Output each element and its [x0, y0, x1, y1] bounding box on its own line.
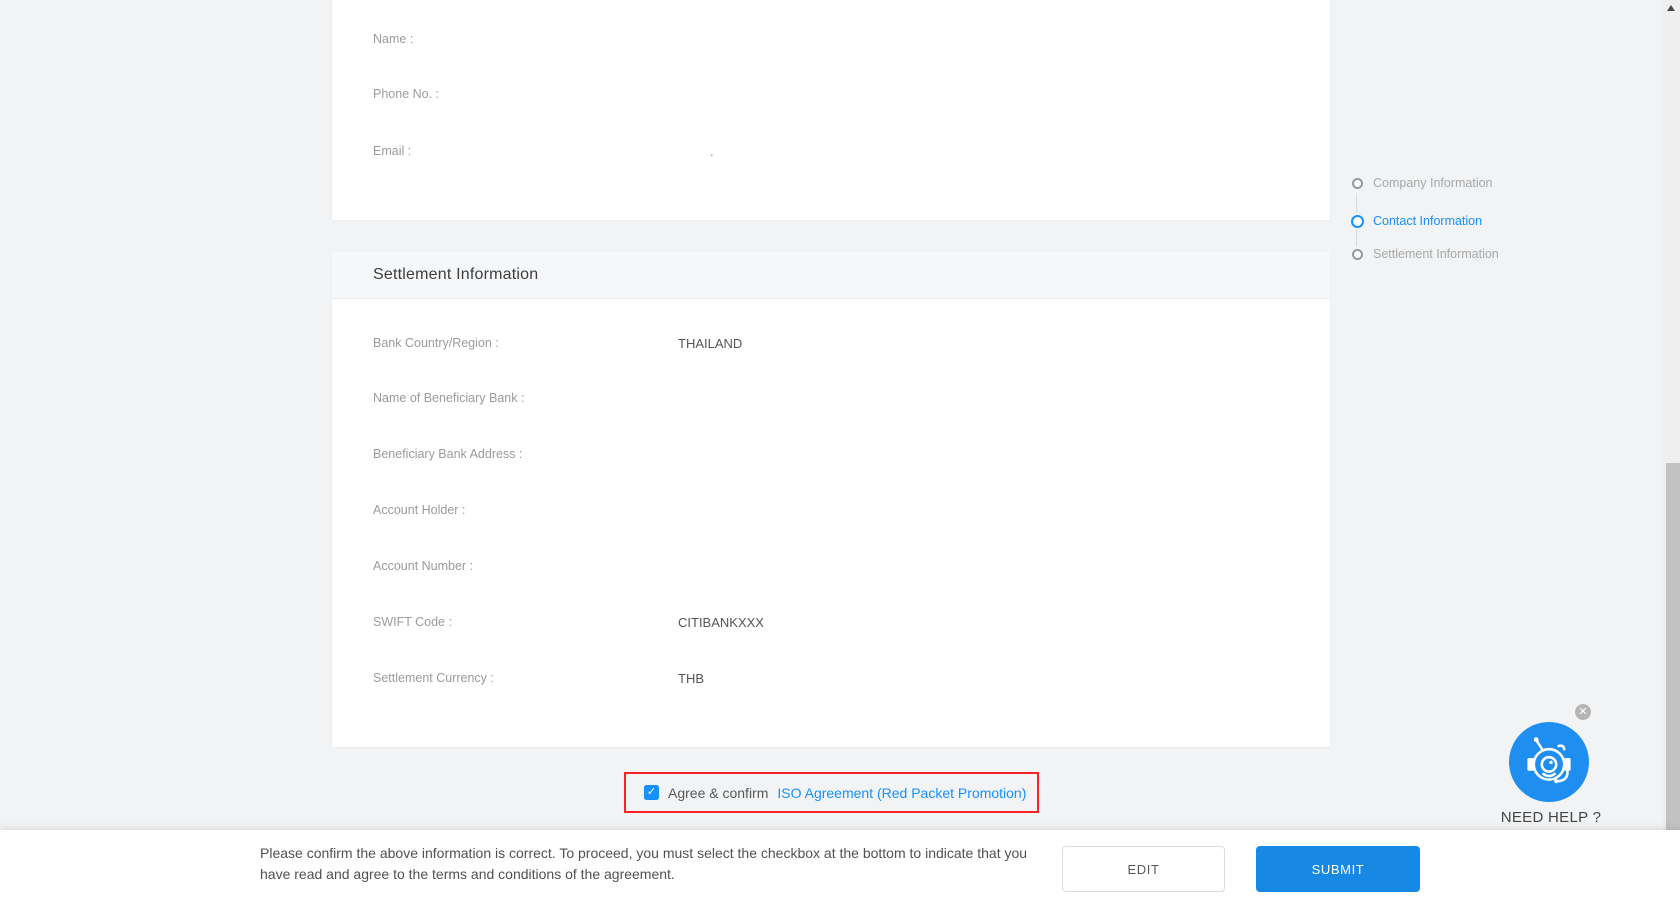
- field-value: CITIBANKXXX: [678, 615, 764, 630]
- confirmation-notice: Please confirm the above information is …: [260, 843, 1027, 885]
- scrollbar-thumb[interactable]: [1666, 463, 1680, 830]
- field-row: Name of Beneficiary Bank :: [332, 391, 1330, 409]
- field-label: Bank Country/Region :: [373, 336, 499, 350]
- scroll-up-icon[interactable]: [1667, 5, 1675, 11]
- field-row: Phone No. :: [332, 87, 1330, 105]
- field-row: Account Holder :: [332, 503, 1330, 521]
- field-label: Name :: [373, 32, 414, 46]
- step-circle-icon: [1352, 177, 1363, 189]
- stepper-label: Contact Information: [1373, 214, 1483, 228]
- field-row: Name :: [332, 32, 1330, 50]
- step-circle-icon: [1351, 214, 1364, 228]
- section-title: Settlement Information: [373, 266, 539, 283]
- field-label: Settlement Currency :: [373, 671, 494, 685]
- submit-button[interactable]: SUBMIT: [1256, 846, 1420, 892]
- stepper-item-contact-information[interactable]: Contact Information: [1351, 214, 1482, 228]
- field-row: Bank Country/Region : THAILAND: [332, 336, 1330, 354]
- field-row: Email : .: [332, 144, 1330, 162]
- agreement-highlight-box: ✓ Agree & confirm ISO Agreement (Red Pac…: [624, 772, 1039, 813]
- agree-checkbox[interactable]: ✓: [644, 785, 659, 800]
- help-chat-button[interactable]: [1509, 722, 1589, 802]
- stepper-label: Settlement Information: [1373, 247, 1499, 261]
- confirmation-page: Name : Phone No. : Email : . Settlement …: [0, 0, 1680, 908]
- settlement-panel-header: Settlement Information: [332, 252, 1330, 299]
- stepper-label: Company Information: [1373, 176, 1493, 190]
- edit-button[interactable]: EDIT: [1062, 846, 1225, 892]
- field-row: Account Number :: [332, 559, 1330, 577]
- stepper-connector: [1356, 193, 1357, 213]
- field-row: Settlement Currency : THB: [332, 671, 1330, 689]
- field-label: Name of Beneficiary Bank :: [373, 391, 525, 405]
- field-value: THAILAND: [678, 336, 743, 351]
- agreement-label: Agree & confirm: [668, 784, 769, 801]
- field-value: THB: [678, 671, 704, 686]
- stepper-item-company-information[interactable]: Company Information: [1351, 176, 1493, 190]
- checkmark-icon: ✓: [646, 786, 657, 798]
- stepper-connector: [1356, 229, 1357, 246]
- vertical-scrollbar[interactable]: [1663, 0, 1680, 830]
- field-label: Account Number :: [373, 559, 474, 573]
- stepper-item-settlement-information[interactable]: Settlement Information: [1351, 247, 1499, 261]
- help-close-button[interactable]: ✕: [1575, 704, 1591, 720]
- contact-information-panel: Name : Phone No. : Email : .: [332, 0, 1330, 220]
- footer-bar: Please confirm the above information is …: [0, 830, 1680, 908]
- field-row: Beneficiary Bank Address :: [332, 447, 1330, 465]
- field-value: .: [710, 144, 714, 159]
- iso-agreement-link[interactable]: ISO Agreement (Red Packet Promotion): [777, 785, 1026, 801]
- field-label: SWIFT Code :: [373, 615, 452, 629]
- robot-headset-icon: [1527, 737, 1571, 784]
- field-label: Beneficiary Bank Address :: [373, 447, 523, 461]
- step-circle-icon: [1352, 248, 1363, 260]
- need-help-label: NEED HELP ?: [1500, 809, 1602, 826]
- field-row: SWIFT Code : CITIBANKXXX: [332, 615, 1330, 633]
- settlement-information-panel: Settlement Information Bank Country/Regi…: [332, 252, 1330, 747]
- field-label: Account Holder :: [373, 503, 466, 517]
- notice-line: have read and agree to the terms and con…: [260, 866, 675, 882]
- close-icon: ✕: [1578, 705, 1588, 718]
- notice-line: Please confirm the above information is …: [260, 845, 1028, 861]
- field-label: Email :: [373, 144, 412, 158]
- field-label: Phone No. :: [373, 87, 440, 101]
